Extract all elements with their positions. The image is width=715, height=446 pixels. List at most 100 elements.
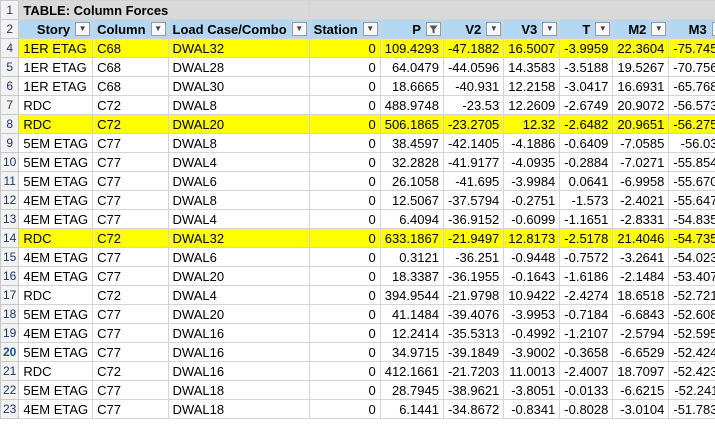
cell-t[interactable]: -1.6186	[559, 266, 614, 286]
cell-m2[interactable]: -2.8331	[612, 209, 670, 229]
cell-story[interactable]: 4EM ETAG	[18, 266, 94, 286]
cell-v3[interactable]: -4.0935	[503, 152, 561, 172]
chevron-down-icon[interactable]: ▼	[150, 22, 166, 36]
cell-load-case[interactable]: DWAL8	[167, 133, 310, 153]
row-number[interactable]: 2	[0, 19, 20, 39]
cell-v3[interactable]: -3.9953	[503, 304, 561, 324]
cell-story[interactable]: RDC	[18, 114, 94, 134]
cell-v2[interactable]: -35.5313	[442, 323, 505, 343]
chevron-down-icon[interactable]: ▼	[291, 22, 307, 36]
cell-p[interactable]: 38.4597	[379, 133, 444, 153]
cell-station[interactable]: 0	[308, 95, 381, 115]
chevron-down-icon[interactable]: ▼	[595, 22, 611, 36]
cell-load-case[interactable]: DWAL18	[167, 399, 310, 419]
cell-m3[interactable]: -52.4232	[668, 361, 715, 381]
cell-p[interactable]: 18.6665	[379, 76, 444, 96]
cell-m3[interactable]: -54.8356	[668, 209, 715, 229]
cell-m3[interactable]: -54.0234	[668, 247, 715, 267]
cell-station[interactable]: 0	[308, 76, 381, 96]
cell-column[interactable]: C72	[92, 285, 169, 305]
row-number[interactable]: 10	[0, 152, 20, 172]
cell-v3[interactable]: -3.9984	[503, 171, 561, 191]
column-header-load-case[interactable]: Load Case/Combo ▼	[167, 19, 310, 39]
cell-column[interactable]: C77	[92, 399, 169, 419]
cell-story[interactable]: RDC	[18, 95, 94, 115]
row-number[interactable]: 6	[0, 76, 20, 96]
cell-m2[interactable]: -6.6843	[612, 304, 670, 324]
cell-v3[interactable]: -0.1643	[503, 266, 561, 286]
cell-p[interactable]: 0.3121	[379, 247, 444, 267]
cell-story[interactable]: 1ER ETAG	[18, 57, 94, 77]
cell-v2[interactable]: -36.9152	[442, 209, 505, 229]
cell-p[interactable]: 109.4293	[379, 38, 444, 58]
cell-load-case[interactable]: DWAL16	[167, 342, 310, 362]
cell-t[interactable]: -0.8028	[559, 399, 614, 419]
row-number[interactable]: 11	[0, 171, 20, 191]
cell-p[interactable]: 12.5067	[379, 190, 444, 210]
cell-m2[interactable]: -3.2641	[612, 247, 670, 267]
cell-p[interactable]: 488.9748	[379, 95, 444, 115]
cell-station[interactable]: 0	[308, 114, 381, 134]
cell-column[interactable]: C77	[92, 323, 169, 343]
cell-v3[interactable]: 12.8173	[503, 228, 561, 248]
cell-load-case[interactable]: DWAL30	[167, 76, 310, 96]
row-number[interactable]: 17	[0, 285, 20, 305]
cell-v3[interactable]: -0.8341	[503, 399, 561, 419]
cell-t[interactable]: -2.5178	[559, 228, 614, 248]
cell-load-case[interactable]: DWAL28	[167, 57, 310, 77]
row-number[interactable]: 5	[0, 57, 20, 77]
cell-m3[interactable]: -70.7569	[668, 57, 715, 77]
row-number[interactable]: 16	[0, 266, 20, 286]
column-header-story[interactable]: Story ▼	[18, 19, 94, 39]
column-header-v2[interactable]: V2 ▼	[442, 19, 505, 39]
row-number[interactable]: 7	[0, 95, 20, 115]
cell-m2[interactable]: 20.9072	[612, 95, 670, 115]
cell-m3[interactable]: -53.4077	[668, 266, 715, 286]
cell-v2[interactable]: -38.9621	[442, 380, 505, 400]
cell-m2[interactable]: 18.7097	[612, 361, 670, 381]
row-number[interactable]: 18	[0, 304, 20, 324]
cell-load-case[interactable]: DWAL4	[167, 209, 310, 229]
cell-v3[interactable]: 12.32	[503, 114, 561, 134]
cell-station[interactable]: 0	[308, 399, 381, 419]
cell-load-case[interactable]: DWAL4	[167, 152, 310, 172]
cell-m2[interactable]: -3.0104	[612, 399, 670, 419]
cell-t[interactable]: -1.1651	[559, 209, 614, 229]
cell-story[interactable]: 5EM ETAG	[18, 380, 94, 400]
cell-story[interactable]: 5EM ETAG	[18, 171, 94, 191]
cell-v2[interactable]: -37.5794	[442, 190, 505, 210]
cell-m2[interactable]: -6.6529	[612, 342, 670, 362]
cell-load-case[interactable]: DWAL4	[167, 285, 310, 305]
cell-station[interactable]: 0	[308, 152, 381, 172]
cell-load-case[interactable]: DWAL16	[167, 361, 310, 381]
cell-t[interactable]: -3.0417	[559, 76, 614, 96]
cell-m3[interactable]: -52.4248	[668, 342, 715, 362]
cell-column[interactable]: C72	[92, 228, 169, 248]
column-header-p[interactable]: P	[379, 19, 444, 39]
cell-t[interactable]: -2.6749	[559, 95, 614, 115]
spreadsheet-grid[interactable]: 1 TABLE: Column Forces 2 Story ▼ Column ▼ …	[0, 0, 715, 419]
cell-station[interactable]: 0	[308, 247, 381, 267]
cell-station[interactable]: 0	[308, 304, 381, 324]
cell-station[interactable]: 0	[308, 209, 381, 229]
cell-m2[interactable]: 20.9651	[612, 114, 670, 134]
cell-m3[interactable]: -55.6478	[668, 190, 715, 210]
cell-p[interactable]: 12.2414	[379, 323, 444, 343]
cell-station[interactable]: 0	[308, 228, 381, 248]
cell-story[interactable]: 4EM ETAG	[18, 399, 94, 419]
cell-m2[interactable]: 22.3604	[612, 38, 670, 58]
cell-m3[interactable]: -52.5955	[668, 323, 715, 343]
cell-load-case[interactable]: DWAL20	[167, 114, 310, 134]
cell-v2[interactable]: -42.1405	[442, 133, 505, 153]
cell-story[interactable]: 5EM ETAG	[18, 304, 94, 324]
cell-story[interactable]: 1ER ETAG	[18, 38, 94, 58]
cell-station[interactable]: 0	[308, 380, 381, 400]
cell-t[interactable]: -2.4007	[559, 361, 614, 381]
row-number[interactable]: 9	[0, 133, 20, 153]
cell-load-case[interactable]: DWAL6	[167, 247, 310, 267]
cell-station[interactable]: 0	[308, 38, 381, 58]
cell-story[interactable]: 4EM ETAG	[18, 209, 94, 229]
cell-station[interactable]: 0	[308, 190, 381, 210]
cell-t[interactable]: -0.6409	[559, 133, 614, 153]
cell-m3[interactable]: -51.7833	[668, 399, 715, 419]
